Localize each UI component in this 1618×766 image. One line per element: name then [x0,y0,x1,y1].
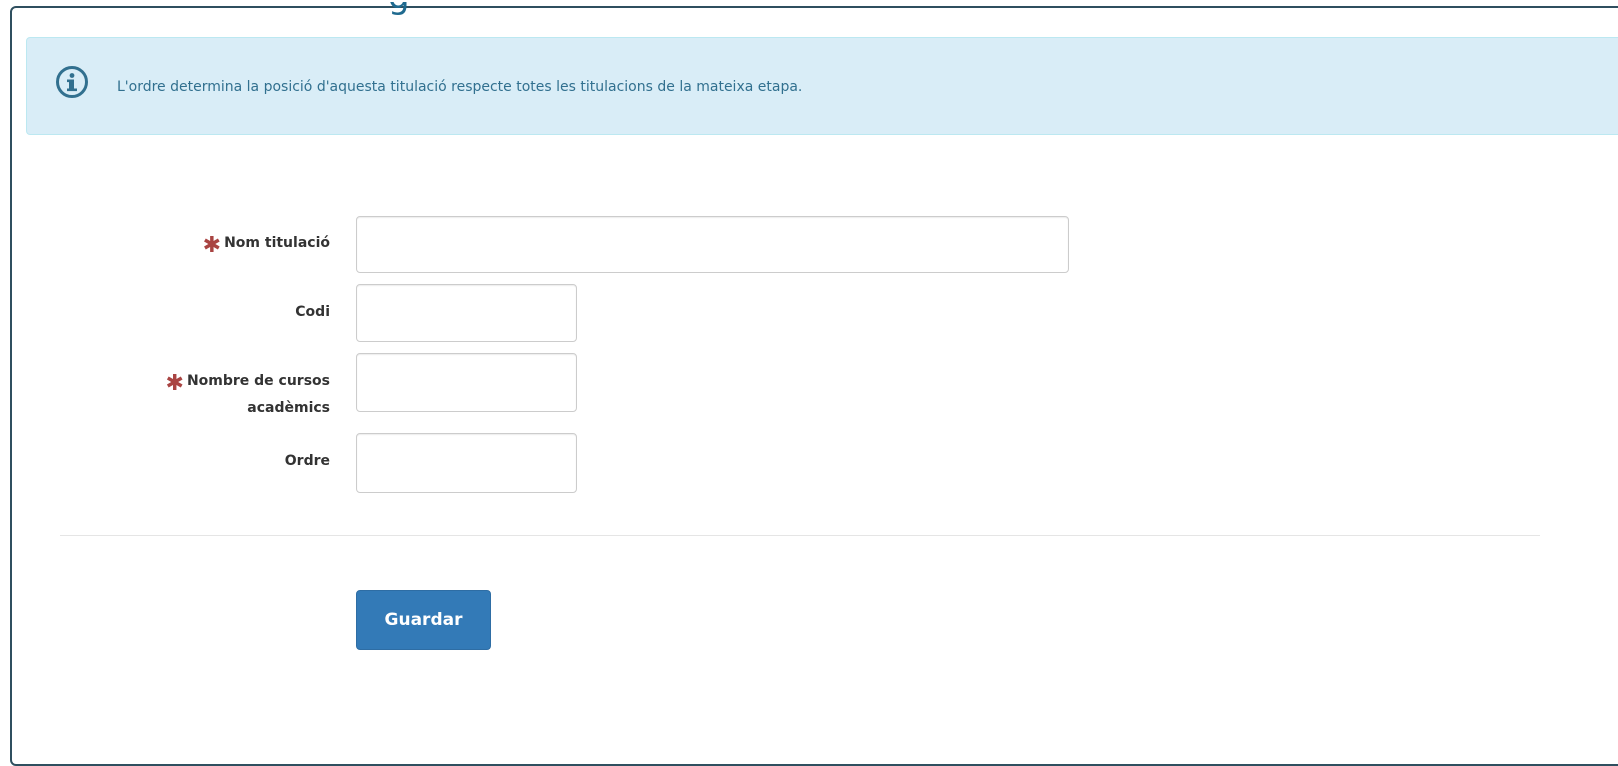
panel-title-fragment: g [388,2,418,16]
info-message: L'ordre determina la posició d'aquesta t… [117,79,803,95]
save-button[interactable]: Guardar [356,590,491,650]
form-divider [60,535,1540,536]
nombre-cursos-label-line2: acadèmics [247,400,330,416]
nom-titulacio-label-text: Nom titulació [224,235,330,251]
required-asterisk-icon: ✱ [202,233,222,258]
required-asterisk-icon: ✱ [165,371,184,396]
codi-input[interactable] [356,284,577,342]
info-alert: L'ordre determina la posició d'aquesta t… [26,37,1618,135]
nom-titulacio-input[interactable] [356,216,1069,273]
nombre-cursos-label-line1: Nombre de cursos [186,373,330,389]
ordre-input[interactable] [356,433,577,493]
info-circle-icon [56,66,88,98]
nombre-cursos-input[interactable] [356,353,577,412]
ordre-label-text: Ordre [284,453,330,469]
codi-label-text: Codi [295,304,330,320]
